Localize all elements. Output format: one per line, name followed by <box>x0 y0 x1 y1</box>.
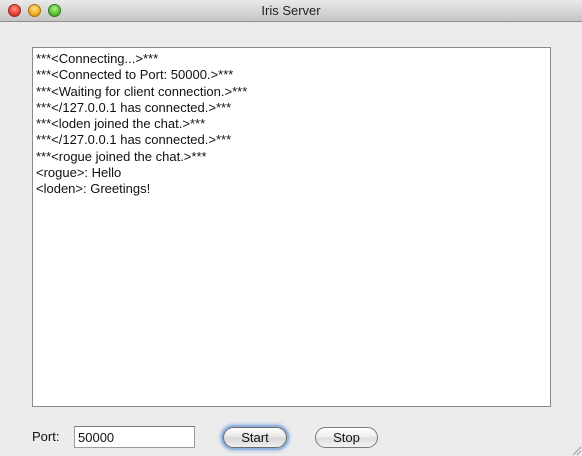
start-button[interactable]: Start <box>223 427 287 448</box>
log-line: ***<loden joined the chat.>*** <box>36 116 206 132</box>
log-line: ***</127.0.0.1 has connected.>*** <box>36 132 232 148</box>
chat-log-textarea[interactable]: ***<Connecting...>*** ***<Connected to P… <box>32 47 551 407</box>
window-title: Iris Server <box>261 3 321 18</box>
log-line: <rogue>: Hello <box>36 165 122 181</box>
log-line: ***<rogue joined the chat.>*** <box>36 148 207 164</box>
log-line: ***</127.0.0.1 has connected.>*** <box>36 99 232 115</box>
resize-grip-icon[interactable] <box>570 444 582 456</box>
stop-button[interactable]: Stop <box>315 427 378 448</box>
port-input[interactable] <box>74 426 195 448</box>
server-window: Iris Server ***<Connecting...>*** ***<Co… <box>0 0 582 456</box>
title-bar[interactable]: Iris Server <box>0 0 582 22</box>
log-line: <loden>: Greetings! <box>36 181 151 197</box>
log-line: ***<Connecting...>*** <box>36 51 159 66</box>
log-line: ***<Connected to Port: 50000.>*** <box>36 67 234 83</box>
port-label: Port: <box>32 429 60 444</box>
log-line: ***<Waiting for client connection.>*** <box>36 83 248 99</box>
